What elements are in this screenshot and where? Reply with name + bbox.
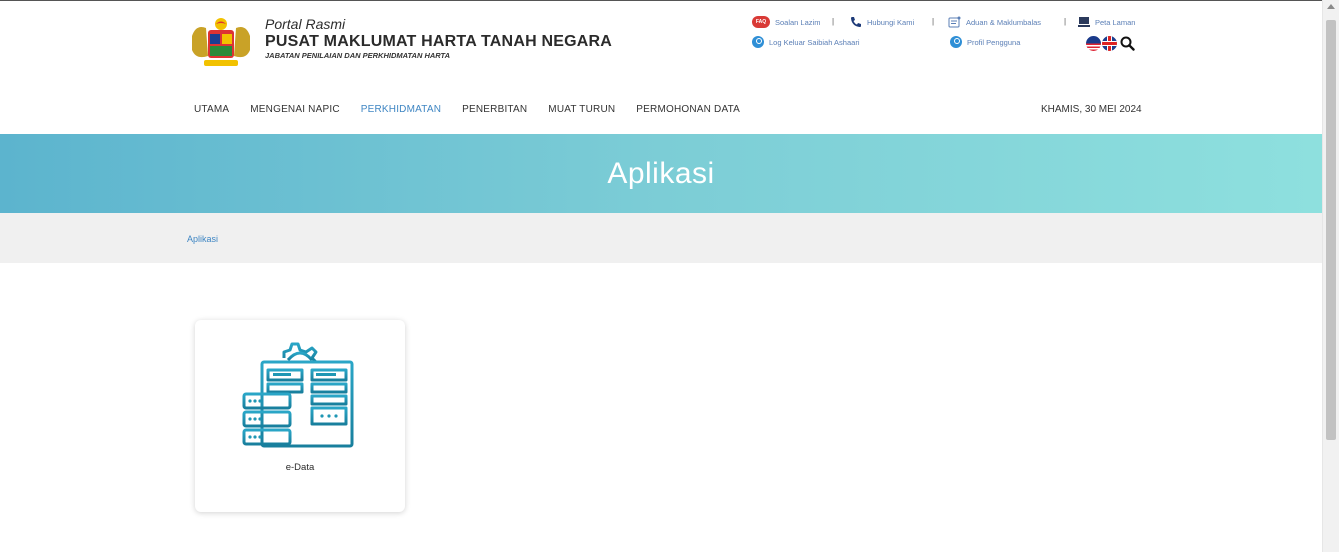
phone-icon xyxy=(851,17,861,27)
nav-item-muat-turun[interactable]: MUAT TURUN xyxy=(548,104,615,115)
current-date: KHAMIS, 30 MEI 2024 xyxy=(1041,104,1142,115)
site-header: Portal Rasmi PUSAT MAKLUMAT HARTA TANAH … xyxy=(0,4,1322,134)
vertical-scrollbar[interactable] xyxy=(1322,0,1339,552)
page-title: Aplikasi xyxy=(607,156,715,190)
main-nav: UTAMA MENGENAI NAPIC PERKHIDMATAN PENERB… xyxy=(194,104,761,115)
portal-label: Portal Rasmi xyxy=(265,16,346,32)
uk-flag-icon[interactable] xyxy=(1102,36,1117,51)
breadcrumb: Aplikasi xyxy=(0,213,1322,263)
separator: | xyxy=(1064,17,1067,26)
app-card-label: e-Data xyxy=(285,462,315,473)
faq-link[interactable]: FAQ Soalan Lazim xyxy=(752,16,820,28)
faq-label: Soalan Lazim xyxy=(775,17,821,27)
sitemap-link[interactable]: Peta Laman xyxy=(1078,16,1135,28)
logout-label: Log Keluar Saibiah Ashaari xyxy=(769,37,860,47)
nav-item-mengenai-napic[interactable]: MENGENAI NAPIC xyxy=(250,104,339,115)
feedback-label: Aduan & Maklumbalas xyxy=(966,17,1042,27)
nav-item-utama[interactable]: UTAMA xyxy=(194,104,229,115)
malaysia-flag-icon[interactable] xyxy=(1086,36,1101,51)
server-gear-icon xyxy=(242,342,354,448)
org-name: PUSAT MAKLUMAT HARTA TANAH NEGARA xyxy=(265,33,613,50)
faq-icon: FAQ xyxy=(752,16,770,28)
nav-item-perkhidmatan[interactable]: PERKHIDMATAN xyxy=(361,104,441,115)
scrollbar-thumb[interactable] xyxy=(1326,20,1336,440)
search-icon[interactable] xyxy=(1120,36,1135,51)
scroll-up-arrow-icon[interactable] xyxy=(1327,4,1335,9)
user-icon xyxy=(950,36,962,48)
page-banner: Aplikasi xyxy=(0,134,1322,213)
contact-label: Hubungi Kami xyxy=(867,17,915,27)
nav-item-penerbitan[interactable]: PENERBITAN xyxy=(462,104,527,115)
brand-block[interactable]: Portal Rasmi PUSAT MAKLUMAT HARTA TANAH … xyxy=(265,16,612,61)
profile-link[interactable]: Profil Pengguna xyxy=(950,36,1020,48)
utility-links: FAQ Soalan Lazim | Hubungi Kami | Aduan … xyxy=(752,14,1152,54)
user-icon xyxy=(752,36,764,48)
app-card-e-data[interactable]: e-Data xyxy=(195,320,405,512)
feedback-link[interactable]: Aduan & Maklumbalas xyxy=(948,16,1041,28)
separator: | xyxy=(932,17,935,26)
profile-label: Profil Pengguna xyxy=(967,37,1021,47)
org-subtitle: JABATAN PENILAIAN DAN PERKHIDMATAN HARTA xyxy=(265,51,450,60)
nav-item-permohonan-data[interactable]: PERMOHONAN DATA xyxy=(636,104,740,115)
sitemap-label: Peta Laman xyxy=(1095,17,1136,27)
sitemap-icon xyxy=(1078,17,1090,27)
feedback-icon xyxy=(948,16,961,28)
contact-link[interactable]: Hubungi Kami xyxy=(850,16,914,28)
breadcrumb-item-aplikasi[interactable]: Aplikasi xyxy=(187,234,218,244)
coat-of-arms-logo[interactable] xyxy=(186,16,256,70)
logout-link[interactable]: Log Keluar Saibiah Ashaari xyxy=(752,36,859,48)
separator: | xyxy=(832,17,835,26)
